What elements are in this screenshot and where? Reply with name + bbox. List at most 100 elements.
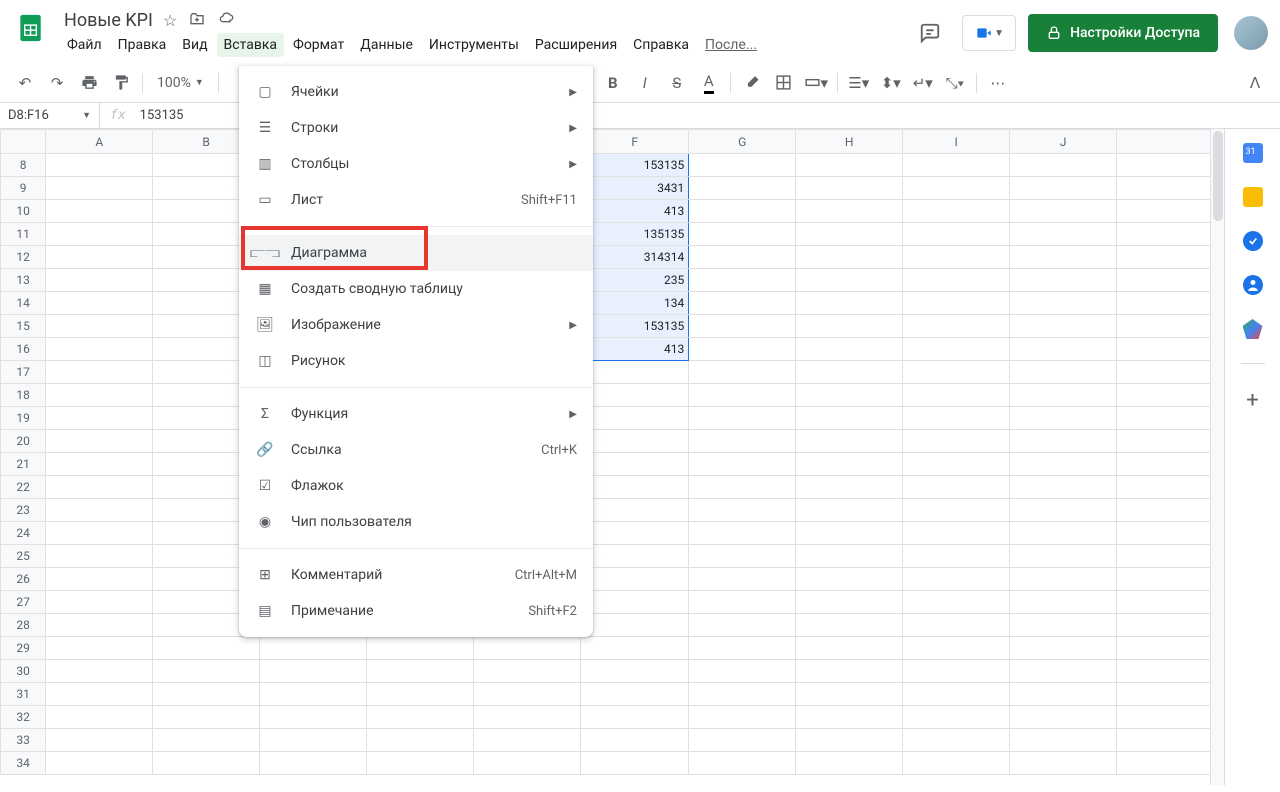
cell[interactable]	[903, 476, 1010, 499]
cell[interactable]	[473, 706, 580, 729]
cell[interactable]	[153, 683, 260, 706]
cell[interactable]	[473, 752, 580, 775]
keep-icon[interactable]	[1243, 187, 1263, 207]
cell[interactable]	[796, 453, 903, 476]
cell[interactable]	[260, 752, 367, 775]
cell[interactable]	[689, 522, 796, 545]
cell[interactable]	[689, 637, 796, 660]
cell[interactable]	[1116, 568, 1223, 591]
spreadsheet-grid[interactable]: ABCDEFGHIJ851531359134311034131151351351…	[0, 129, 1224, 775]
valign-button[interactable]: ⬍▾	[876, 68, 906, 98]
cell[interactable]	[153, 752, 260, 775]
cell[interactable]	[473, 683, 580, 706]
cell[interactable]	[796, 729, 903, 752]
row-header[interactable]: 34	[1, 752, 46, 775]
more-button[interactable]: ⋯	[983, 68, 1013, 98]
cell[interactable]	[1116, 154, 1223, 177]
menu-item-comment[interactable]: ⊞КомментарийCtrl+Alt+M	[239, 557, 593, 593]
cell[interactable]	[1010, 269, 1117, 292]
cell[interactable]	[903, 499, 1010, 522]
menu-после...[interactable]: После...	[698, 33, 764, 57]
cell[interactable]	[796, 269, 903, 292]
cell[interactable]	[46, 154, 153, 177]
cell[interactable]	[689, 660, 796, 683]
cell[interactable]	[46, 706, 153, 729]
menu-item-cells[interactable]: ▢Ячейки▶	[239, 74, 593, 110]
cell[interactable]	[796, 177, 903, 200]
menu-справка[interactable]: Справка	[626, 33, 696, 57]
cell[interactable]	[796, 315, 903, 338]
cell[interactable]	[689, 614, 796, 637]
cell[interactable]	[796, 683, 903, 706]
cell[interactable]	[581, 752, 689, 775]
cell[interactable]	[796, 154, 903, 177]
cell[interactable]	[46, 752, 153, 775]
col-header[interactable]: F	[581, 130, 689, 154]
cell[interactable]	[689, 476, 796, 499]
row-header[interactable]: 16	[1, 338, 46, 361]
cell[interactable]	[1116, 223, 1223, 246]
cell[interactable]	[46, 637, 153, 660]
account-avatar[interactable]	[1234, 16, 1268, 50]
col-header[interactable]: A	[46, 130, 153, 154]
row-header[interactable]: 32	[1, 706, 46, 729]
cell[interactable]	[260, 706, 367, 729]
cell[interactable]	[153, 706, 260, 729]
cell[interactable]	[46, 361, 153, 384]
cell[interactable]	[903, 292, 1010, 315]
cell[interactable]	[1116, 660, 1223, 683]
cell[interactable]	[689, 223, 796, 246]
cell[interactable]	[473, 729, 580, 752]
cell[interactable]	[581, 683, 689, 706]
menu-item-function[interactable]: ΣФункция▶	[239, 396, 593, 432]
cell[interactable]	[367, 660, 474, 683]
cell[interactable]	[473, 637, 580, 660]
menu-item-note[interactable]: ▤ПримечаниеShift+F2	[239, 593, 593, 629]
cell[interactable]: 153135	[581, 315, 689, 338]
cell[interactable]	[1116, 407, 1223, 430]
menu-item-link[interactable]: 🔗СсылкаCtrl+K	[239, 432, 593, 468]
cell[interactable]	[260, 683, 367, 706]
cell[interactable]	[1010, 752, 1117, 775]
cell[interactable]	[796, 361, 903, 384]
cell[interactable]	[903, 246, 1010, 269]
cell[interactable]	[367, 729, 474, 752]
cell[interactable]	[689, 246, 796, 269]
cell[interactable]	[1116, 545, 1223, 568]
cell[interactable]	[689, 384, 796, 407]
cell[interactable]	[1116, 292, 1223, 315]
cell[interactable]	[46, 246, 153, 269]
col-header[interactable]: I	[903, 130, 1010, 154]
cell[interactable]	[1116, 752, 1223, 775]
star-icon[interactable]: ☆	[163, 11, 177, 31]
cell[interactable]	[1010, 499, 1117, 522]
cell[interactable]	[1010, 384, 1117, 407]
cell[interactable]	[473, 660, 580, 683]
cell[interactable]	[689, 729, 796, 752]
print-button[interactable]	[74, 68, 104, 98]
cell[interactable]	[689, 706, 796, 729]
move-icon[interactable]	[189, 11, 205, 31]
cell[interactable]	[796, 430, 903, 453]
cell[interactable]	[1010, 660, 1117, 683]
cell[interactable]	[903, 683, 1010, 706]
strike-button[interactable]: S	[662, 68, 692, 98]
cell[interactable]	[46, 568, 153, 591]
menu-item-checkbox[interactable]: ☑Флажок	[239, 468, 593, 504]
menu-item-image[interactable]: 🖼Изображение▶	[239, 307, 593, 343]
row-header[interactable]: 9	[1, 177, 46, 200]
cell[interactable]	[689, 591, 796, 614]
row-header[interactable]: 20	[1, 430, 46, 453]
contacts-icon[interactable]	[1243, 275, 1263, 295]
cell[interactable]	[796, 545, 903, 568]
cell[interactable]	[1116, 729, 1223, 752]
menu-формат[interactable]: Формат	[286, 33, 351, 57]
cell[interactable]	[796, 407, 903, 430]
cell[interactable]	[903, 407, 1010, 430]
cell[interactable]	[367, 706, 474, 729]
cell[interactable]	[1116, 637, 1223, 660]
cell[interactable]	[689, 269, 796, 292]
wrap-button[interactable]: ↵▾	[908, 68, 938, 98]
cell[interactable]	[689, 683, 796, 706]
cell[interactable]	[581, 361, 689, 384]
